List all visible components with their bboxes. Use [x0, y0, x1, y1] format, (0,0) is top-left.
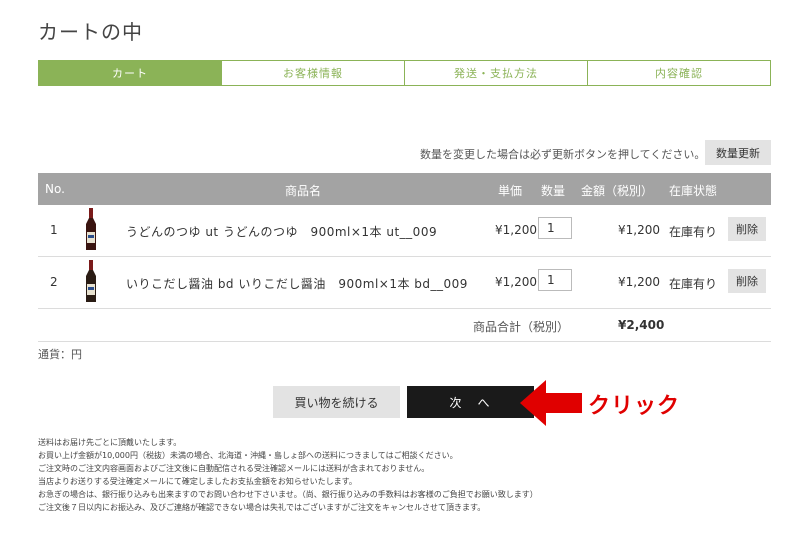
line-amount: ¥1,200	[618, 223, 660, 237]
row-number: 2	[50, 275, 58, 289]
note-line: 送料はお届け先ごとに頂戴いたします。	[38, 438, 182, 447]
step-shipping-payment: 発送・支払方法	[404, 61, 587, 85]
line-amount: ¥1,200	[618, 275, 660, 289]
cart-table: No. 商品名 単価 数量 金額（税別） 在庫状態 1 うどんのつゆ ut うど…	[38, 173, 771, 342]
next-button[interactable]: 次 へ	[407, 386, 534, 418]
header-no: No.	[45, 182, 65, 196]
currency-note: 通貨：円	[38, 348, 82, 361]
update-note: 数量を変更した場合は必ず更新ボタンを押してください。	[420, 148, 706, 161]
product-name: いりこだし醤油 bd いりこだし醤油 900ml×1本 bd__009	[126, 277, 468, 291]
red-arrow-icon	[520, 380, 582, 426]
delete-button[interactable]: 削除	[728, 217, 766, 241]
note-line: ご注文後７日以内にお振込み、及びご連絡が確認できない場合は失礼ではございますがご…	[38, 503, 486, 512]
note-line: ご注文時のご注文内容画面およびご注文後に自動配信される受注確認メールには送料が含…	[38, 464, 430, 473]
unit-price: ¥1,200	[495, 223, 537, 237]
page-title: カートの中	[38, 20, 143, 44]
header-unit-price: 単価	[498, 184, 523, 198]
product-bottle-image	[86, 208, 96, 250]
shipping-notes: 送料はお届け先ごとに頂戴いたします。 お買い上げ金額が10,000円（税抜）未満…	[38, 436, 538, 514]
quantity-input[interactable]	[538, 269, 572, 291]
stock-status: 在庫有り	[669, 225, 718, 239]
delete-button[interactable]: 削除	[728, 269, 766, 293]
note-line: お買い上げ金額が10,000円（税抜）未満の場合、北海道・沖縄・島しょ部への送料…	[38, 451, 458, 460]
product-name: うどんのつゆ ut うどんのつゆ 900ml×1本 ut__009	[126, 225, 438, 239]
table-row: 2 いりこだし醤油 bd いりこだし醤油 900ml×1本 bd__009 ¥1…	[38, 257, 771, 309]
table-header: No. 商品名 単価 数量 金額（税別） 在庫状態	[38, 173, 771, 205]
subtotal-row: 商品合計（税別） ¥2,400	[38, 309, 771, 342]
step-confirm: 内容確認	[587, 61, 770, 85]
header-quantity: 数量	[541, 184, 566, 198]
subtotal-value: ¥2,400	[618, 318, 665, 332]
quantity-input[interactable]	[538, 217, 572, 239]
continue-shopping-button[interactable]: 買い物を続ける	[273, 386, 400, 418]
header-amount: 金額（税別）	[581, 184, 654, 198]
product-bottle-image	[86, 260, 96, 302]
unit-price: ¥1,200	[495, 275, 537, 289]
click-annotation: クリック	[588, 394, 681, 419]
step-cart: カート	[39, 61, 221, 85]
table-row: 1 うどんのつゆ ut うどんのつゆ 900ml×1本 ut__009 ¥1,2…	[38, 205, 771, 257]
update-quantity-button[interactable]: 数量更新	[705, 140, 771, 165]
checkout-steps: カート お客様情報 発送・支払方法 内容確認	[38, 60, 771, 86]
header-product: 商品名	[285, 184, 322, 198]
subtotal-label: 商品合計（税別）	[473, 320, 570, 334]
note-line: お急ぎの場合は、銀行振り込みも出来ますのでお問い合わせ下さいませ。（尚、銀行振り…	[38, 490, 538, 499]
row-number: 1	[50, 223, 58, 237]
step-customer-info: お客様情報	[221, 61, 404, 85]
note-line: 当店よりお送りする受注確定メールにて確定しましたお支払金額をお知らせいたします。	[38, 477, 357, 486]
header-stock: 在庫状態	[669, 184, 718, 198]
stock-status: 在庫有り	[669, 277, 718, 291]
